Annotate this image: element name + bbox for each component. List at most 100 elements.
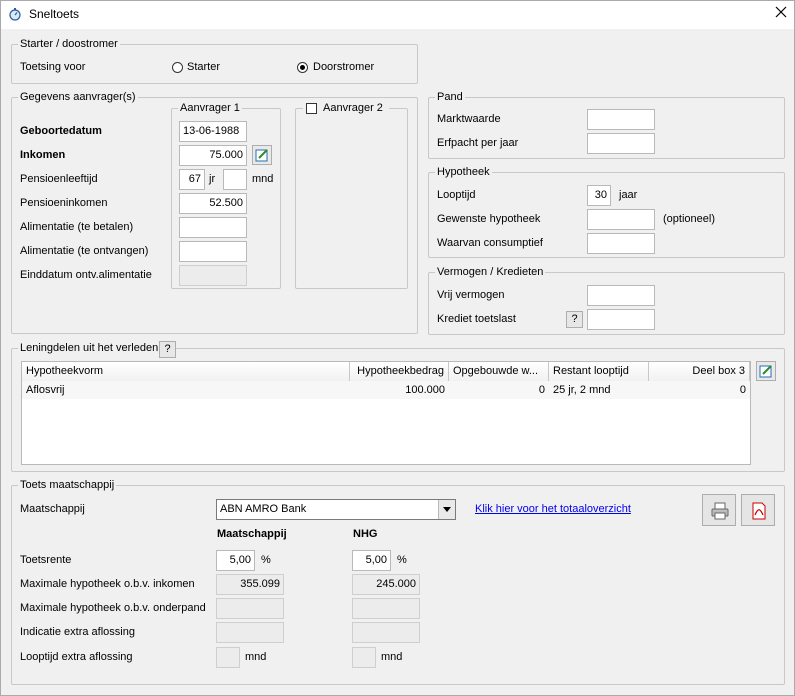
radio-doorstromer[interactable] bbox=[297, 62, 308, 73]
aanvrager2-legend: Aanvrager 2 bbox=[323, 102, 383, 114]
krediet-help-button[interactable]: ? bbox=[566, 311, 583, 328]
close-button[interactable] bbox=[769, 3, 793, 25]
cell-hypotheekbedrag: 100.000 bbox=[405, 384, 445, 396]
edit-icon bbox=[255, 149, 268, 162]
percent-n: % bbox=[397, 554, 407, 566]
toets-legend: Toets maatschappij bbox=[18, 479, 117, 491]
gewenste-label: Gewenste hypotheek bbox=[437, 213, 541, 225]
looptijd-extra-nhg bbox=[352, 647, 376, 668]
totaaloverzicht-link[interactable]: Klik hier voor het totaaloverzicht bbox=[475, 503, 631, 515]
edit-leningdelen-button[interactable] bbox=[756, 361, 776, 381]
col-nhg-header: NHG bbox=[353, 528, 378, 540]
sneltoets-window: Sneltoets Starter / doostromer Toetsing … bbox=[0, 0, 795, 696]
mnd-unit: mnd bbox=[252, 173, 274, 185]
window-title: Sneltoets bbox=[29, 7, 80, 21]
krediet-label: Krediet toetslast bbox=[437, 313, 516, 325]
max-inkomen-label: Maximale hypotheek o.b.v. inkomen bbox=[20, 578, 195, 590]
chevron-down-icon[interactable] bbox=[438, 500, 455, 519]
pand-legend: Pand bbox=[435, 91, 465, 103]
cell-opgebouwde: 0 bbox=[538, 384, 545, 396]
col-restant-looptijd[interactable]: Restant looptijd bbox=[549, 362, 649, 381]
aanvrager1-legend: Aanvrager 1 bbox=[178, 102, 242, 114]
radio-doorstromer-label: Doorstromer bbox=[313, 61, 375, 73]
indicatie-label: Indicatie extra aflossing bbox=[20, 626, 135, 638]
toetsing-label: Toetsing voor bbox=[20, 61, 86, 73]
geboortedatum-input[interactable]: 13-06-1988 bbox=[179, 121, 247, 142]
einddatum-input[interactable] bbox=[179, 265, 247, 286]
toetsrente-maatschappij-input[interactable]: 5,00 bbox=[216, 550, 255, 571]
leningdelen-table[interactable]: Hypotheekvorm Hypotheekbedrag Opgebouwde… bbox=[21, 361, 751, 465]
radio-starter-label: Starter bbox=[187, 61, 221, 73]
aanvrager2-group bbox=[295, 108, 408, 289]
alimentatie-ontvangen-label: Alimentatie (te ontvangen) bbox=[20, 245, 149, 257]
vrij-vermogen-label: Vrij vermogen bbox=[437, 289, 505, 301]
pensioenleeftijd-jr-input[interactable]: 67 bbox=[179, 169, 205, 190]
leningdelen-help-button[interactable]: ? bbox=[159, 341, 176, 358]
percent-m: % bbox=[261, 554, 271, 566]
printer-icon bbox=[711, 502, 729, 520]
pensioeninkomen-input[interactable]: 52.500 bbox=[179, 193, 247, 214]
col-opgebouwde[interactable]: Opgebouwde w... bbox=[449, 362, 549, 381]
maatschappij-label: Maatschappij bbox=[20, 503, 85, 515]
col-hypotheekvorm[interactable]: Hypotheekvorm bbox=[22, 362, 350, 381]
jr-unit: jr bbox=[209, 173, 216, 185]
looptijd-extra-label: Looptijd extra aflossing bbox=[20, 651, 133, 663]
mnd-n: mnd bbox=[381, 651, 403, 663]
optioneel-label: (optioneel) bbox=[663, 213, 715, 225]
erfpacht-input[interactable] bbox=[587, 133, 655, 154]
erfpacht-label: Erfpacht per jaar bbox=[437, 137, 519, 149]
maatschappij-select[interactable]: ABN AMRO Bank bbox=[216, 499, 456, 520]
max-onderpand-label: Maximale hypotheek o.b.v. onderpand bbox=[20, 602, 206, 614]
col-deel-box3[interactable]: Deel box 3 bbox=[649, 362, 750, 381]
looptijd-input[interactable]: 30 bbox=[587, 185, 611, 206]
looptijd-unit: jaar bbox=[619, 189, 638, 201]
pensioenleeftijd-mnd-input[interactable] bbox=[223, 169, 247, 190]
max-onderpand-nhg bbox=[352, 598, 420, 619]
maatschappij-value: ABN AMRO Bank bbox=[220, 503, 307, 515]
alimentatie-ontvangen-input[interactable] bbox=[179, 241, 247, 262]
edit-inkomen-button[interactable] bbox=[252, 145, 272, 165]
radio-starter[interactable] bbox=[172, 62, 183, 73]
consumptief-label: Waarvan consumptief bbox=[437, 237, 543, 249]
cell-restant-looptijd: 25 jr, 2 mnd bbox=[553, 384, 611, 396]
max-onderpand-maatschappij bbox=[216, 598, 284, 619]
pdf-icon bbox=[752, 502, 766, 520]
max-inkomen-maatschappij: 355.099 bbox=[216, 574, 284, 595]
col-hypotheekbedrag[interactable]: Hypotheekbedrag bbox=[350, 362, 449, 381]
print-button[interactable] bbox=[702, 494, 736, 526]
marktwaarde-input[interactable] bbox=[587, 109, 655, 130]
title-bar: Sneltoets bbox=[1, 1, 794, 29]
inkomen-label: Inkomen bbox=[20, 149, 66, 161]
toetsrente-nhg-input[interactable]: 5,00 bbox=[352, 550, 391, 571]
aanvrager2-checkbox[interactable] bbox=[306, 103, 317, 114]
vrij-vermogen-input[interactable] bbox=[587, 285, 655, 306]
looptijd-label: Looptijd bbox=[437, 189, 476, 201]
pensioeninkomen-label: Pensioeninkomen bbox=[20, 197, 108, 209]
mnd-m: mnd bbox=[245, 651, 267, 663]
aanvragers-legend: Gegevens aanvrager(s) bbox=[18, 91, 138, 103]
geboortedatum-label: Geboortedatum bbox=[20, 125, 102, 137]
leningdelen-legend: Leningdelen uit het verleden bbox=[18, 342, 161, 354]
marktwaarde-label: Marktwaarde bbox=[437, 113, 501, 125]
toetsrente-label: Toetsrente bbox=[20, 554, 72, 566]
alimentatie-betalen-input[interactable] bbox=[179, 217, 247, 238]
hypotheek-legend: Hypotheek bbox=[435, 166, 492, 178]
stopwatch-icon bbox=[8, 7, 22, 21]
pensioenleeftijd-label: Pensioenleeftijd bbox=[20, 173, 98, 185]
indicatie-nhg bbox=[352, 622, 420, 643]
max-inkomen-nhg: 245.000 bbox=[352, 574, 420, 595]
indicatie-maatschappij bbox=[216, 622, 284, 643]
inkomen-input[interactable]: 75.000 bbox=[179, 145, 247, 166]
krediet-input[interactable] bbox=[587, 309, 655, 330]
cell-hypotheekvorm: Aflosvrij bbox=[26, 384, 65, 396]
table-header: Hypotheekvorm Hypotheekbedrag Opgebouwde… bbox=[22, 362, 750, 381]
edit-icon bbox=[759, 365, 772, 378]
starter-legend: Starter / doostromer bbox=[18, 38, 120, 50]
pdf-button[interactable] bbox=[741, 494, 775, 526]
consumptief-input[interactable] bbox=[587, 233, 655, 254]
close-icon bbox=[775, 6, 787, 18]
cell-deel-box3: 0 bbox=[739, 384, 746, 396]
looptijd-extra-maatschappij bbox=[216, 647, 240, 668]
gewenste-input[interactable] bbox=[587, 209, 655, 230]
col-maatschappij-header: Maatschappij bbox=[217, 528, 287, 540]
